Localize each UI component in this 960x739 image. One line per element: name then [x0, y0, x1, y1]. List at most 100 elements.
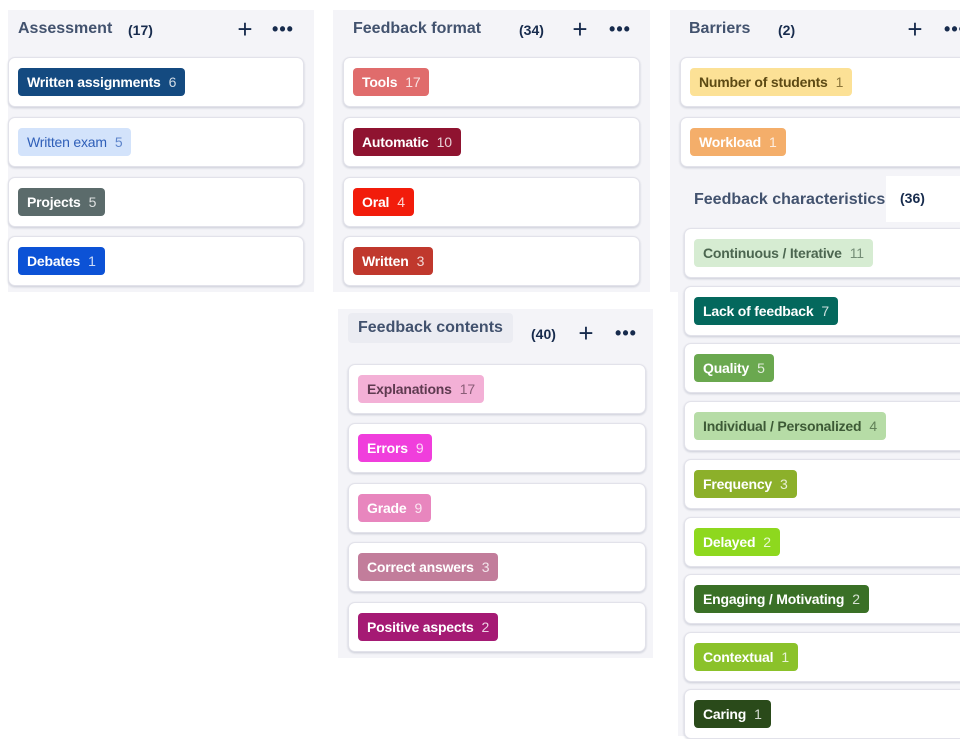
tag[interactable]: Frequency 3: [694, 470, 797, 498]
card[interactable]: Written 3: [343, 236, 640, 286]
tag[interactable]: Oral 4: [353, 188, 414, 216]
column-count: (40): [531, 326, 556, 342]
card[interactable]: Caring 1: [684, 689, 960, 739]
card[interactable]: Errors 9: [348, 423, 646, 473]
more-options-icon[interactable]: •••: [605, 16, 635, 42]
card[interactable]: Debates 1: [8, 236, 304, 286]
card[interactable]: Oral 4: [343, 177, 640, 227]
tag[interactable]: Projects 5: [18, 188, 106, 216]
column-header: Feedback format (34) + •••: [333, 10, 650, 54]
tag-label: Errors: [367, 440, 408, 456]
card[interactable]: Written exam 5: [8, 117, 304, 167]
tag[interactable]: Continuous / Iterative 11: [694, 239, 873, 267]
card[interactable]: Tools 17: [343, 57, 640, 107]
tag[interactable]: Workload 1: [690, 128, 786, 156]
column-count: (2): [778, 22, 796, 38]
column-title: Feedback characteristics: [694, 191, 886, 208]
tag-label: Projects: [27, 194, 81, 210]
more-options-icon[interactable]: •••: [268, 16, 298, 42]
column-title: Feedback format: [353, 20, 482, 37]
column-header: Barriers (2) + •••: [670, 10, 960, 54]
card[interactable]: Positive aspects 2: [348, 602, 646, 652]
tag-count: 10: [436, 134, 452, 150]
column-title: Feedback contents: [348, 313, 513, 343]
tag-label: Delayed: [703, 534, 756, 550]
card[interactable]: Individual / Personalized 4: [684, 401, 960, 451]
tag-count: 2: [481, 619, 490, 635]
tag-label: Individual / Personalized: [703, 418, 862, 434]
column-count: (36): [900, 190, 925, 206]
card[interactable]: Lack of feedback 7: [684, 286, 960, 336]
tag-label: Written exam: [27, 134, 107, 150]
tag[interactable]: Delayed 2: [694, 528, 780, 556]
card[interactable]: Quality 5: [684, 343, 960, 393]
more-options-icon[interactable]: •••: [611, 320, 641, 346]
tag-label: Number of students: [699, 74, 828, 90]
tag-label: Debates: [27, 253, 81, 269]
tag-count: 1: [768, 134, 777, 150]
card[interactable]: Contextual 1: [684, 632, 960, 682]
tag-label: Written assignments: [27, 74, 161, 90]
tag-count: 3: [416, 253, 425, 269]
tag[interactable]: Lack of feedback 7: [694, 297, 838, 325]
tag[interactable]: Correct answers 3: [358, 553, 499, 581]
card[interactable]: Delayed 2: [684, 517, 960, 567]
card[interactable]: Written assignments 6: [8, 57, 304, 107]
add-card-plus-icon[interactable]: +: [232, 14, 258, 44]
add-card-plus-icon[interactable]: +: [567, 14, 593, 44]
tag-count: 3: [780, 476, 788, 492]
tag[interactable]: Positive aspects 2: [358, 613, 499, 641]
tag[interactable]: Debates 1: [18, 247, 105, 275]
column-count-box: (36): [886, 176, 960, 222]
tag-count: 1: [754, 706, 762, 722]
tag[interactable]: Automatic 10: [353, 128, 461, 156]
tag[interactable]: Written exam 5: [18, 128, 132, 156]
add-card-plus-icon[interactable]: +: [902, 14, 928, 44]
column-count: (17): [128, 22, 153, 38]
more-options-icon[interactable]: •••: [940, 16, 960, 42]
tag-label: Grade: [367, 500, 407, 516]
tag[interactable]: Caring 1: [694, 700, 771, 728]
card[interactable]: Continuous / Iterative 11: [684, 228, 960, 278]
tag-count: 11: [849, 245, 864, 261]
card[interactable]: Number of students 1: [680, 57, 960, 107]
column-title: Assessment: [18, 20, 113, 37]
tag-label: Contextual: [703, 649, 774, 665]
card[interactable]: Explanations 17: [348, 364, 646, 414]
card[interactable]: Grade 9: [348, 483, 646, 533]
tag[interactable]: Grade 9: [358, 494, 432, 522]
tag-label: Quality: [703, 360, 750, 376]
tag[interactable]: Number of students 1: [690, 68, 853, 96]
tag[interactable]: Errors 9: [358, 434, 433, 462]
tag[interactable]: Written 3: [353, 247, 434, 275]
tag-count: 1: [88, 253, 96, 269]
tag-count: 4: [397, 194, 405, 210]
tag-label: Automatic: [362, 134, 429, 150]
tag[interactable]: Engaging / Motivating 2: [694, 585, 869, 613]
card[interactable]: Frequency 3: [684, 459, 960, 509]
add-card-plus-icon[interactable]: +: [573, 318, 599, 348]
tag-count: 5: [757, 360, 765, 376]
card[interactable]: Projects 5: [8, 177, 304, 227]
tag[interactable]: Quality 5: [694, 354, 774, 382]
tag-count: 2: [852, 591, 860, 607]
tag-count: 7: [821, 303, 829, 319]
tag[interactable]: Written assignments 6: [18, 68, 186, 96]
card[interactable]: Correct answers 3: [348, 542, 646, 592]
tag-count: 17: [405, 74, 421, 90]
column-header: Assessment (17) + •••: [8, 10, 314, 54]
card[interactable]: Workload 1: [680, 117, 960, 167]
tag[interactable]: Tools 17: [353, 68, 430, 96]
tag[interactable]: Explanations 17: [358, 375, 484, 403]
card[interactable]: Automatic 10: [343, 117, 640, 167]
tag[interactable]: Contextual 1: [694, 643, 798, 671]
column-title: Barriers: [689, 20, 751, 37]
tag-count: 5: [114, 134, 123, 150]
tag-count: 3: [481, 559, 490, 575]
tag[interactable]: Individual / Personalized 4: [694, 412, 886, 440]
tag-label: Lack of feedback: [703, 303, 814, 319]
tag-count: 5: [88, 194, 97, 210]
tag-count: 1: [835, 74, 844, 90]
card[interactable]: Engaging / Motivating 2: [684, 574, 960, 624]
tag-label: Oral: [362, 194, 390, 210]
